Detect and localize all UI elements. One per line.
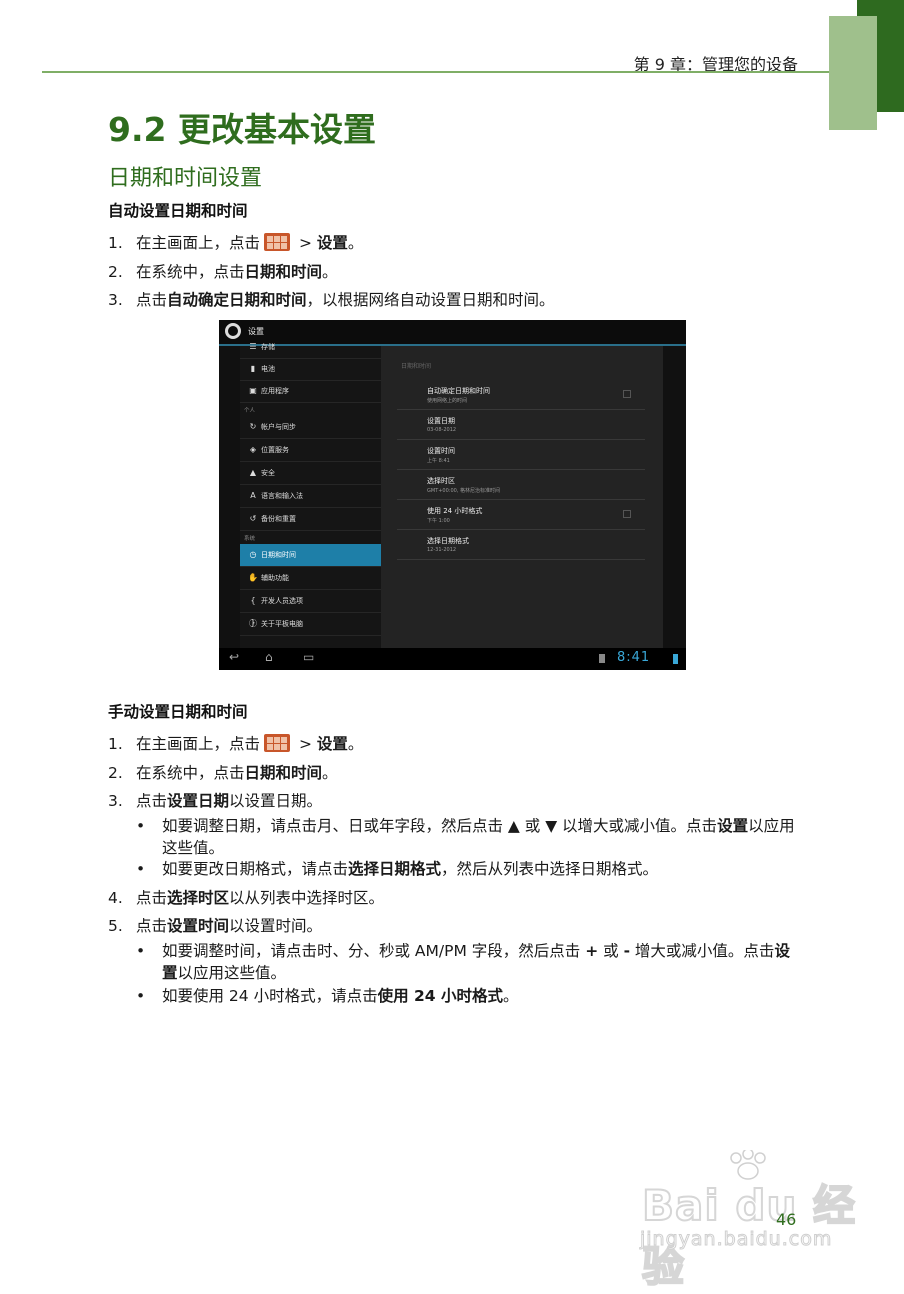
bullet-24-hour: • 如要使用 24 小时格式，请点击使用 24 小时格式。 bbox=[136, 987, 519, 1005]
sidebar-item-developer[interactable]: { } 开发人员选项 bbox=[240, 590, 381, 627]
auto-step-2: 2. 在系统中，点击日期和时间。 bbox=[108, 263, 338, 281]
sidebar-item-date-time[interactable]: ◷ 日期和时间 bbox=[240, 544, 381, 567]
sidebar-item-apps[interactable]: ▣ 应用程序 bbox=[240, 380, 381, 403]
battery-icon: ▮ bbox=[250, 364, 256, 373]
apps-grid-icon bbox=[264, 233, 291, 251]
sync-icon: ↻ bbox=[249, 422, 257, 431]
manual-step-2: 2. 在系统中，点击日期和时间。 bbox=[108, 764, 338, 782]
sidebar-item-about[interactable]: ⓘ 关于平板电脑 bbox=[240, 613, 381, 636]
manual-step-4: 4. 点击选择时区以从列表中选择时区。 bbox=[108, 889, 385, 907]
auto-date-checkbox[interactable] bbox=[623, 390, 631, 398]
info-icon: ⓘ bbox=[249, 619, 257, 628]
bullet-dot: • bbox=[136, 817, 146, 835]
row-set-date[interactable]: 设置日期 03-08-2012 bbox=[397, 410, 645, 440]
language-icon: A bbox=[250, 491, 256, 500]
header-divider bbox=[42, 71, 829, 73]
home-icon[interactable]: ⌂ bbox=[265, 650, 273, 664]
sidebar-item-accessibility[interactable]: ✋ 辅助功能 bbox=[240, 567, 381, 590]
date-time-panel: 日期和时间 自动确定日期和时间 使用网络上的时间 设置日期 03-08-2012 设… bbox=[381, 346, 663, 648]
auto-step-3: 3. 点击自动确定日期和时间，以根据网络自动设置日期和时间。 bbox=[108, 291, 555, 309]
row-set-time[interactable]: 设置时间 上午 8:41 bbox=[397, 440, 645, 470]
manual-step-1: 1. 在主画面上，点击 > 设置。 bbox=[108, 734, 364, 753]
hand-icon: ✋ bbox=[248, 573, 258, 582]
gear-icon bbox=[225, 323, 241, 339]
sidebar-item-location[interactable]: ◈ 位置服务 bbox=[240, 439, 381, 462]
bullet-date-format: • 如要更改日期格式，请点击选择日期格式，然后从列表中选择日期格式。 bbox=[136, 860, 659, 878]
panel-header: 日期和时间 bbox=[401, 363, 432, 370]
manual-step-3: 3. 点击设置日期以设置日期。 bbox=[108, 792, 323, 810]
sidebar-item-security[interactable]: ▲ 安全 bbox=[240, 462, 381, 485]
apps-icon: ▣ bbox=[249, 386, 257, 395]
sidebar-section-personal: 个人 bbox=[244, 408, 256, 414]
back-icon[interactable]: ↩ bbox=[229, 650, 239, 664]
row-24-hour[interactable]: 使用 24 小时格式 下午 1:00 bbox=[397, 500, 645, 530]
row-timezone[interactable]: 选择时区 GMT+00:00, 格林尼治标准时间 bbox=[397, 470, 645, 500]
clock-icon: ◷ bbox=[249, 550, 257, 559]
bullet-dot: • bbox=[136, 942, 146, 960]
sidebar-item-accounts[interactable]: ↻ 帐户与同步 bbox=[240, 416, 381, 439]
row-auto-date-time[interactable]: 自动确定日期和时间 使用网络上的时间 bbox=[397, 380, 645, 410]
chapter-tab-light bbox=[829, 16, 877, 130]
sidebar-item-battery[interactable]: ▮ 电池 bbox=[240, 358, 381, 381]
sidebar-item-storage[interactable]: ☰ 存储 bbox=[240, 336, 381, 359]
lock-icon: ▲ bbox=[249, 468, 257, 477]
baidu-watermark: Bai du 经验 jingyan.baidu.com bbox=[639, 1150, 870, 1292]
page-number: 46 bbox=[776, 1210, 797, 1229]
auto-heading: 自动设置日期和时间 bbox=[108, 202, 248, 220]
bullet-adjust-date: • 如要调整日期，请点击月、日或年字段，然后点击 ▲ 或 ▼ 以增大或减小值。点… bbox=[136, 817, 795, 857]
sidebar-section-system: 系统 bbox=[244, 536, 256, 542]
sidebar-item-language[interactable]: A 语言和输入法 bbox=[240, 485, 381, 508]
bullet-dot: • bbox=[136, 860, 146, 878]
manual-step-5: 5. 点击设置时间以设置时间。 bbox=[108, 917, 323, 935]
apps-grid-icon bbox=[264, 734, 291, 752]
24-hour-checkbox[interactable] bbox=[623, 510, 631, 518]
storage-icon: ☰ bbox=[249, 342, 257, 351]
settings-screenshot: 设置 ☰ 存储 ▮ 电池 ▣ 应用程序 个人 ↻ 帐户与同步 ◈ 位置服务 ▲ 安全 A 语言… bbox=[219, 320, 686, 670]
watermark-url: jingyan.baidu.com bbox=[639, 1228, 833, 1251]
status-clock: 8:41 bbox=[617, 650, 651, 665]
right-rail bbox=[663, 346, 686, 648]
recent-apps-icon[interactable]: ▭ bbox=[303, 650, 314, 664]
system-nav-bar: ↩ ⌂ ▭ 8:41 bbox=[219, 648, 686, 670]
settings-sidebar: ☰ 存储 ▮ 电池 ▣ 应用程序 个人 ↻ 帐户与同步 ◈ 位置服务 ▲ 安全 A 语言和输入… bbox=[240, 342, 381, 648]
battery-status-icon bbox=[673, 654, 678, 664]
manual-heading: 手动设置日期和时间 bbox=[108, 703, 248, 721]
bullet-adjust-time: • 如要调整时间，请点击时、分、秒或 AM/PM 字段，然后点击 + 或 - 增… bbox=[136, 942, 790, 982]
subsection-title: 日期和时间设置 bbox=[108, 166, 263, 191]
sidebar-item-backup[interactable]: ↺ 备份和重置 bbox=[240, 508, 381, 531]
row-date-format[interactable]: 选择日期格式 12-31-2012 bbox=[397, 530, 645, 560]
bullet-dot: • bbox=[136, 987, 146, 1005]
section-title: 9.2 更改基本设置 bbox=[108, 110, 376, 149]
backup-icon: ↺ bbox=[249, 514, 257, 523]
location-icon: ◈ bbox=[249, 445, 257, 454]
sd-card-icon bbox=[599, 654, 605, 663]
auto-step-1: 1. 在主画面上，点击 > 设置。 bbox=[108, 233, 364, 252]
